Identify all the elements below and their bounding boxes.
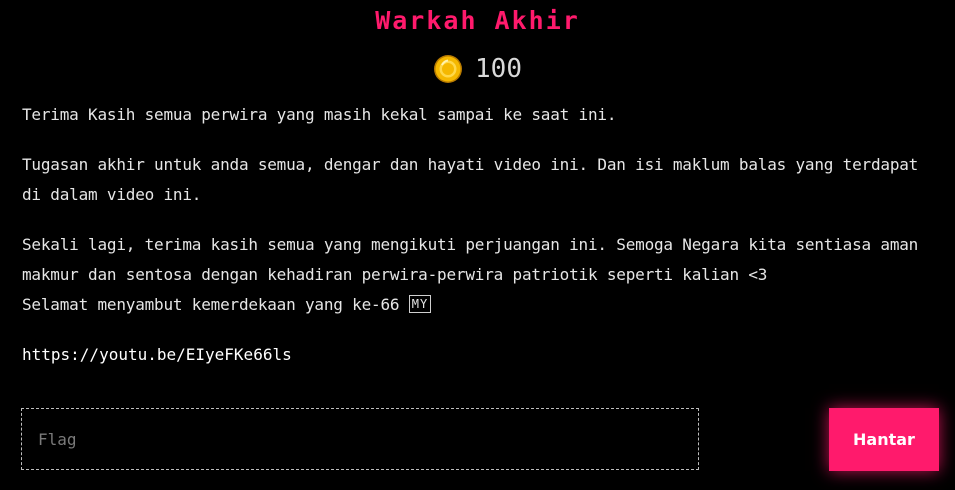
message-line: Sekali lagi, terima kasih semua yang men… [22,235,919,284]
coin-icon [434,55,463,83]
message-body: Terima Kasih semua perwira yang masih ke… [22,100,937,320]
page-title: Warkah Akhir [375,6,580,35]
malaysia-flag-icon: MY [408,295,432,313]
message-paragraph: Tugasan akhir untuk anda semua, dengar d… [22,155,919,204]
video-link[interactable]: https://youtu.be/EIyeFKe66ls [22,340,292,370]
message-paragraph: Terima Kasih semua perwira yang masih ke… [22,105,617,124]
submit-button[interactable]: Hantar [829,408,939,471]
points-value: 100 [475,54,522,84]
message-line: Selamat menyambut kemerdekaan yang ke-66 [22,295,400,314]
points-display: 100 [0,54,955,84]
flag-input[interactable] [21,408,699,470]
message-paragraph: Sekali lagi, terima kasih semua yang men… [22,230,937,320]
